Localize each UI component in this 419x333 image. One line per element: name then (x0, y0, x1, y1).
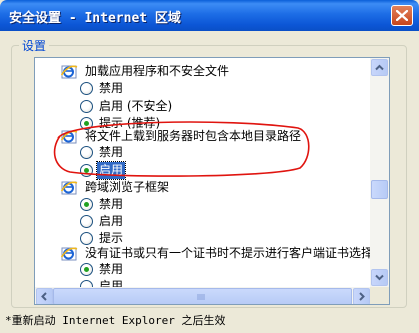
scroll-down-button[interactable] (371, 269, 388, 286)
ie-settings-icon (61, 247, 78, 261)
chevron-down-icon (375, 274, 384, 281)
setting-label: 加载应用程序和不安全文件 (85, 64, 230, 78)
setting-label: 跨域浏览子框架 (85, 180, 170, 194)
scroll-left-button[interactable] (36, 288, 53, 304)
red-annotation-ellipse (53, 121, 310, 177)
close-icon (396, 10, 408, 21)
scroll-up-button[interactable] (371, 59, 388, 76)
option-label: 启用 (不安全) (99, 99, 173, 113)
radio-button[interactable] (80, 215, 93, 228)
radio-button[interactable] (80, 100, 93, 113)
settings-group-label: 设置 (19, 37, 50, 54)
vertical-scrollbar[interactable] (370, 58, 389, 287)
option-label: 禁用 (99, 81, 124, 95)
radio-button-checked[interactable] (80, 263, 93, 276)
chevron-up-icon (375, 64, 384, 71)
option-label: 禁用 (99, 262, 124, 276)
setting-label: 没有证书或只有一个证书时不提示进行客户端证书选择 (85, 246, 374, 260)
horizontal-scroll-thumb[interactable] (53, 288, 352, 304)
radio-button[interactable] (80, 82, 93, 95)
vertical-scroll-thumb[interactable] (371, 180, 388, 199)
scrollbar-corner (370, 287, 389, 304)
chevron-left-icon (41, 292, 47, 301)
option-label: 禁用 (99, 197, 124, 211)
settings-list[interactable]: 加载应用程序和不安全文件 禁用 启用 (不安全) 提示 (推荐) 将文件上载到服… (34, 57, 390, 305)
scroll-right-button[interactable] (353, 288, 370, 304)
grip-icon (197, 294, 205, 300)
radio-button-checked[interactable] (80, 198, 93, 211)
radio-button[interactable] (80, 232, 93, 245)
window-title: 安全设置 - Internet 区域 (9, 11, 181, 26)
restart-footnote: *重新启动 Internet Explorer 之后生效 (5, 314, 226, 327)
option-label: 启用 (99, 214, 124, 228)
close-button[interactable] (391, 5, 413, 26)
chevron-right-icon (359, 292, 365, 301)
ie-settings-icon (61, 65, 78, 79)
ie-settings-icon (61, 181, 78, 195)
title-bar[interactable]: 安全设置 - Internet 区域 (0, 0, 419, 31)
